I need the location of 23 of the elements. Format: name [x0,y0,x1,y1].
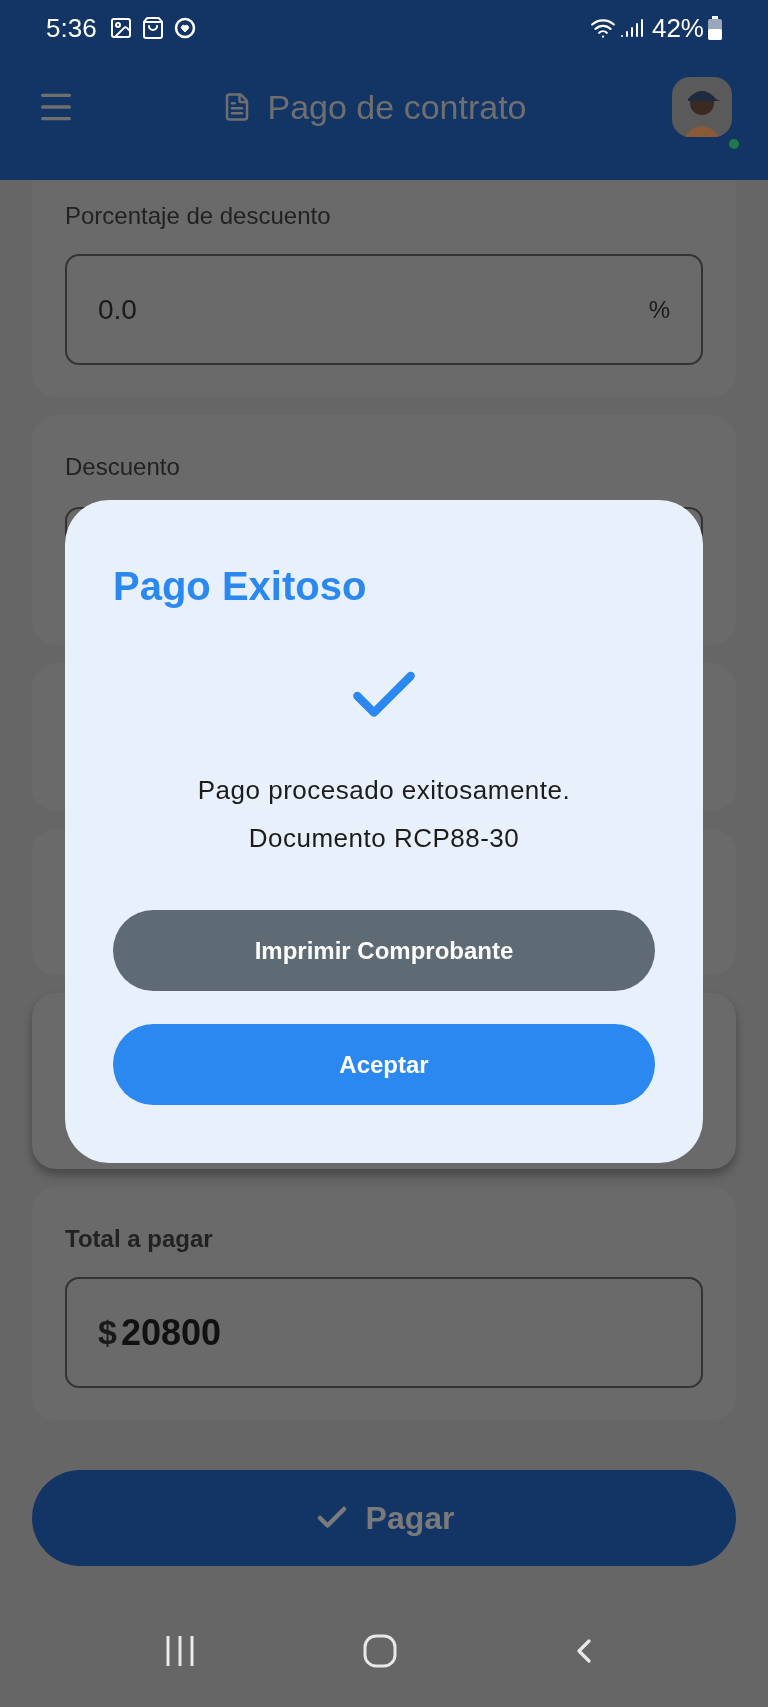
battery-percent: 42% [651,11,704,45]
currency-symbol: $ [98,1312,117,1353]
total-amount: 20800 [120,1310,222,1355]
input-field[interactable]: 0.0 % [65,254,703,365]
field-label: Porcentaje de descuento [65,201,332,231]
total-label: Total a pagar [65,1224,214,1254]
pay-button[interactable]: Pagar [32,1470,736,1566]
bag-icon [140,16,165,40]
signal-icon [619,16,644,40]
user-avatar[interactable] [672,77,732,137]
heart-circle-icon [172,16,197,40]
home-icon[interactable] [363,1634,397,1668]
accept-button[interactable]: Aceptar [113,1024,655,1105]
battery-icon [708,16,722,40]
percent-suffix: % [648,294,670,325]
dialog-message: Pago procesado exitosamente. [197,774,571,807]
gallery-icon [108,16,133,40]
status-time: 5:36 [46,11,97,45]
dialog-message: Documento RCP88-30 [248,822,520,855]
field-label: Descuento [65,452,181,482]
dialog-title: Pago Exitoso [113,563,368,610]
page-title: Pago de contrato [267,86,527,128]
print-button[interactable]: Imprimir Comprobante [113,910,655,991]
